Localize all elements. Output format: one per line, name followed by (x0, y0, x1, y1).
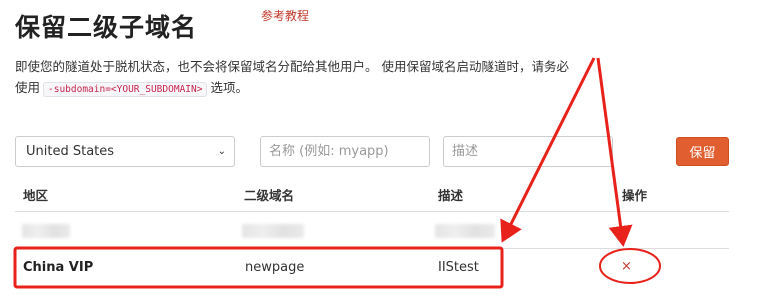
blurred-region (22, 224, 70, 238)
reserve-button[interactable]: 保留 (676, 137, 729, 166)
description-input[interactable] (443, 136, 613, 167)
description-text-end: 选项。 (210, 80, 248, 95)
page-description: 即使您的隧道处于脱机状态，也不会将保留域名分配给其他用户。 使用保留域名启动隧道… (15, 56, 575, 100)
tutorial-link[interactable]: 参考教程 (261, 7, 309, 24)
region-select-value: United States (26, 144, 115, 159)
row-description: IIStest (438, 260, 479, 275)
table-divider (15, 211, 729, 212)
region-select[interactable]: United States ⌄ (15, 136, 235, 167)
row-subdomain: newpage (245, 260, 305, 275)
table-header-description: 描述 (438, 188, 464, 203)
blurred-subdomain (242, 224, 304, 238)
subdomain-option-code: -subdomain=<YOUR_SUBDOMAIN> (43, 82, 208, 97)
page-title: 保留二级子域名 (15, 13, 198, 42)
blurred-description (435, 224, 495, 238)
row-region: China VIP (23, 260, 94, 275)
chevron-down-icon: ⌄ (217, 146, 226, 157)
table-header-region: 地区 (23, 188, 49, 203)
table-divider (15, 248, 729, 249)
table-header-action: 操作 (622, 188, 648, 203)
delete-button[interactable]: × (621, 259, 632, 274)
name-input[interactable] (260, 136, 430, 167)
table-header-subdomain: 二级域名 (244, 188, 295, 203)
